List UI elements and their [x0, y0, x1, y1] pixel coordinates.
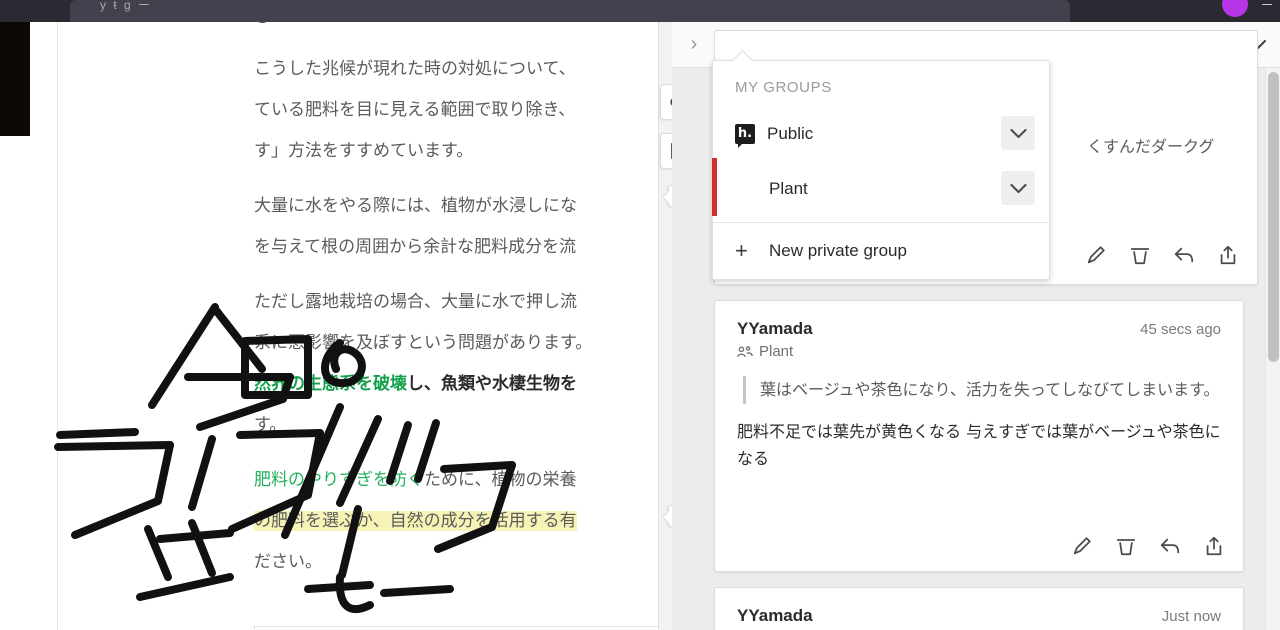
minimize-icon[interactable] — [1262, 4, 1272, 5]
annotation-timestamp: 45 secs ago — [1140, 321, 1221, 338]
page-image-block — [0, 22, 30, 136]
annotation-group-label: Plant — [759, 343, 794, 360]
browser-tabstrip[interactable] — [70, 0, 1070, 22]
delete-icon[interactable] — [1115, 535, 1137, 557]
doc-line-1: こうした兆候が現れた時の対処について、 — [254, 59, 576, 79]
page-left-gutter — [0, 22, 30, 630]
dropdown-item-expand-button[interactable] — [1001, 171, 1035, 205]
reply-icon[interactable] — [1173, 244, 1195, 266]
doc-paragraph-2: 大量に水をやる際には、植物が水浸しにな を与えて根の周囲から余計な肥料成分を流 — [254, 186, 670, 268]
dropdown-item-label: Public — [767, 123, 814, 143]
annotation-actions — [1071, 535, 1225, 557]
annotation-card[interactable]: YYamada 45 secs ago Plant 葉はベージュや茶色になり、活… — [714, 300, 1244, 572]
annotation-group: Plant — [737, 343, 1221, 360]
profile-avatar[interactable] — [1222, 0, 1248, 17]
browser-tab-text: у ŧ g ー — [100, 0, 153, 12]
edit-icon[interactable] — [1071, 535, 1093, 557]
doc-line-6: ただし露地栽培の場合、大量に水で押し流 — [254, 292, 577, 312]
group-icon — [737, 345, 753, 357]
doc-bold-text-1: し、魚類や水棲生物を — [407, 374, 577, 394]
plus-icon: + — [735, 238, 748, 263]
dropdown-item-label: Plant — [769, 178, 808, 198]
doc-line-0: ｇ。 — [254, 22, 288, 24]
new-private-group-label: New private group — [769, 241, 907, 260]
annotation-actions-behind — [1085, 244, 1239, 266]
new-private-group-button[interactable]: + New private group — [713, 223, 1049, 279]
doc-line-7: 系に悪影響を及ぼすという問題があります。 — [254, 333, 593, 353]
annotation-timestamp: Just now — [1161, 608, 1221, 625]
hypothesis-logo-icon: h. — [735, 123, 755, 148]
share-icon[interactable] — [1203, 535, 1225, 557]
doc-paragraph-4: 肥料のやりすぎを防ぐために、植物の栄養 の肥料を選ぶか、自然の成分を活用する有 … — [254, 460, 670, 583]
dropdown-item-expand-button[interactable] — [1001, 116, 1035, 150]
doc-line-5: を与えて根の周囲から余計な肥料成分を流 — [254, 237, 577, 257]
document-page: ｇ。 こうした兆候が現れた時の対処について、 ている肥料を目に見える範囲で取り除… — [0, 22, 670, 630]
page-sheet: ｇ。 こうした兆候が現れた時の対処について、 ている肥料を目に見える範囲で取り除… — [58, 22, 670, 630]
sidebar-scrollbar[interactable] — [1265, 68, 1280, 630]
annotation-author[interactable]: YYamada — [737, 606, 813, 626]
doc-line-8: 然界の生態系を破壊し、魚類や水棲生物を — [254, 364, 670, 405]
doc-highlight-text[interactable]: の肥料を選ぶか、自然の成分を活用する有 — [254, 511, 577, 531]
document-embedded-box — [254, 626, 670, 630]
doc-green-text-1: 然界の生態系を破壊 — [254, 374, 407, 394]
doc-plain-text-2: ために、植物の栄養 — [424, 470, 577, 490]
document-text: ｇ。 こうした兆候が現れた時の対処について、 ている肥料を目に見える範囲で取り除… — [254, 22, 670, 597]
group-dropdown-menu: MY GROUPS h. Public Plant + New private … — [712, 60, 1050, 280]
sidebar-scrollbar-thumb[interactable] — [1268, 72, 1279, 362]
dropdown-section-label: MY GROUPS — [735, 79, 832, 96]
dropdown-item-public[interactable]: h. Public — [713, 106, 1049, 161]
browser-chrome: у ŧ g ー — [0, 0, 1280, 22]
app-root: у ŧ g ー ｇ。 こうした兆候が現れた時の対処について、 ている肥料を目に見… — [0, 0, 1280, 630]
doc-line-12: ださい。 — [254, 552, 322, 572]
annotation-quote: 葉はベージュや茶色になり、活力を失ってしなびてしまいます。 — [743, 376, 1221, 404]
doc-paragraph-3: ただし露地栽培の場合、大量に水で押し流 系に悪影響を及ぼすという問題があります。… — [254, 282, 670, 446]
annotation-body: 肥料不足では葉先が黄色くなる 与えすぎでは葉がベージュや茶色になる — [737, 422, 1221, 468]
doc-line-9: す。 — [254, 415, 287, 435]
annotation-card-behind-text: くすんだダークグ — [1087, 137, 1215, 156]
annotation-sidebar: › h. Plant — [672, 22, 1280, 630]
delete-icon[interactable] — [1129, 244, 1151, 266]
sidebar-toggle-button[interactable]: › — [672, 33, 716, 56]
annotation-author[interactable]: YYamada — [737, 319, 813, 339]
doc-line-3: す」方法をすすめています。 — [254, 141, 474, 161]
share-icon[interactable] — [1217, 244, 1239, 266]
doc-green-text-2: 肥料のやりすぎを防ぐ — [254, 470, 424, 490]
edit-icon[interactable] — [1085, 244, 1107, 266]
doc-paragraph-1: こうした兆候が現れた時の対処について、 ている肥料を目に見える範囲で取り除き、 … — [254, 49, 670, 172]
doc-line-10: 肥料のやりすぎを防ぐために、植物の栄養 — [254, 460, 670, 501]
doc-line-2: ている肥料を目に見える範囲で取り除き、 — [254, 100, 576, 120]
annotation-card-next[interactable]: YYamada Just now — [714, 587, 1244, 630]
doc-line-4: 大量に水をやる際には、植物が水浸しにな — [254, 196, 577, 216]
chevron-right-icon: › — [690, 33, 698, 55]
doc-line-11: の肥料を選ぶか、自然の成分を活用する有 — [254, 501, 670, 542]
reply-icon[interactable] — [1159, 535, 1181, 557]
dropdown-item-plant[interactable]: Plant — [712, 158, 1049, 216]
